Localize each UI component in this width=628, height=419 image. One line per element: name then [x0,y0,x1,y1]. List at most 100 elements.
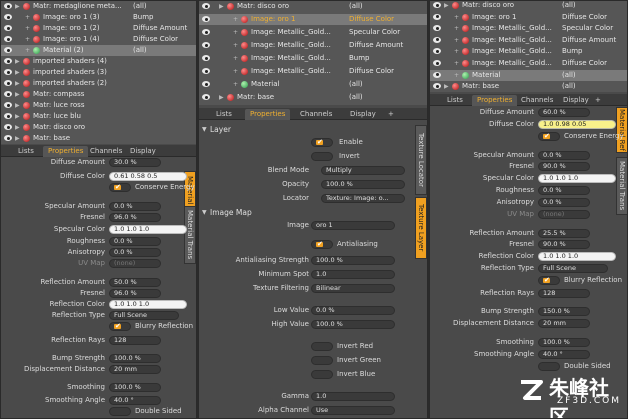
reflection-rays-row[interactable]: Reflection Rays 128 [1,335,184,346]
antialiasing-row[interactable]: ✔ Antialiasing [199,239,413,250]
tree-row[interactable]: + Image: Metallic_Gold... Diffuse Amount [199,40,427,51]
visibility-eye-icon[interactable] [202,94,210,100]
smoothing-row[interactable]: Smoothing 100.0 % [430,337,616,348]
specular-amount-field[interactable]: 0.0 % [109,202,161,211]
tree-row[interactable]: ▶ Matr: medaglione meta... (all) [1,1,196,12]
diffuse-amount-row[interactable]: Diffuse Amount 60.0 % [430,107,616,118]
displacement-distance-field[interactable]: 20 mm [538,319,590,328]
expand-triangle-icon[interactable]: ▶ [15,67,20,78]
alpha-channel-field[interactable]: Use [311,406,395,415]
invert-blue-checkbox[interactable] [311,370,333,379]
visibility-eye-icon[interactable] [202,29,210,35]
tab-channels[interactable]: Channels [85,146,127,157]
anisotropy-field[interactable]: 0.0 % [538,198,590,207]
conserve-energy-row[interactable]: ✔ Conserve Energy [1,182,195,193]
tree-row[interactable]: + Image: Metallic_Gold... Diffuse Color [430,58,627,69]
reflection-type-field[interactable]: Full Scene [109,311,179,320]
tree-row[interactable]: + Image: Metallic_Gold... Specular Color [430,23,627,34]
visibility-eye-icon[interactable] [433,36,441,43]
expand-plus-icon[interactable]: + [25,12,30,23]
bump-strength-row[interactable]: Bump Strength 150.0 % [430,306,616,317]
vtab-texture-locator[interactable]: Texture Locator [415,125,427,195]
displacement-distance-row[interactable]: Displacement Distance 20 mm [430,318,616,329]
antialiasing-strength-row[interactable]: Antialiasing Strength 100.0 % [199,255,413,266]
specular-amount-field[interactable]: 0.0 % [538,151,590,160]
tree-row[interactable]: ▶ Matr: disco oro [1,122,196,133]
tab-display[interactable]: Display [125,146,161,157]
expand-plus-icon[interactable]: + [454,70,459,81]
expand-triangle-icon[interactable]: ▶ [15,56,20,67]
visibility-eye-icon[interactable] [202,3,210,9]
tree-row[interactable]: + Image: Metallic_Gold... Bump [430,46,627,57]
expand-plus-icon[interactable]: + [454,58,459,69]
enable-row[interactable]: ✔ Enable [199,137,413,148]
smoothing-field[interactable]: 100.0 % [109,383,161,392]
double-sided-checkbox[interactable] [109,407,131,416]
reflection-type-row[interactable]: Reflection Type Full Scene [1,310,184,321]
bump-strength-field[interactable]: 100.0 % [109,354,161,363]
reflection-amount-field[interactable]: 25.5 % [538,229,590,238]
visibility-eye-icon[interactable] [4,80,12,86]
tree-row[interactable]: + Image: oro 1 (4) Diffuse Color [1,34,196,45]
reflection-rays-row[interactable]: Reflection Rays 128 [430,288,616,299]
tree-row[interactable]: ▶ Matr: base (all) [430,81,627,92]
smoothing-angle-row[interactable]: Smoothing Angle 40.0 ° [430,349,616,360]
image-field[interactable]: oro 1 [311,221,395,230]
fresnel2-row[interactable]: Fresnel 90.0 % [430,239,616,250]
texture-filtering-row[interactable]: Texture Filtering Bilinear [199,283,413,294]
specular-color-field[interactable]: 1.0 1.0 1.0 [109,225,187,234]
anisotropy-row[interactable]: Anisotropy 0.0 % [430,197,616,208]
blurry-reflection-checkbox[interactable]: ✔ [538,276,560,285]
enable-checkbox[interactable]: ✔ [311,138,333,147]
smoothing-field[interactable]: 100.0 % [538,338,590,347]
anisotropy-field[interactable]: 0.0 % [109,248,161,257]
visibility-eye-icon[interactable] [4,69,12,75]
reflection-amount-row[interactable]: Reflection Amount 25.5 % [430,228,616,239]
expand-triangle-icon[interactable]: ▶ [15,1,20,12]
high-value-field[interactable]: 100.0 % [311,320,395,329]
visibility-eye-icon[interactable] [433,83,441,90]
expand-plus-icon[interactable]: + [454,12,459,23]
conserve-energy-row[interactable]: ✔ Conserve Energy [430,131,624,142]
fresnel2-field[interactable]: 96.0 % [109,289,161,298]
expand-plus-icon[interactable]: + [454,35,459,46]
smoothing-angle-field[interactable]: 40.0 ° [109,396,161,405]
tree-row[interactable]: ▶ imported shaders (4) [1,56,196,67]
antialiasing-checkbox[interactable]: ✔ [311,240,333,249]
image-row[interactable]: Image oro 1 [199,220,413,231]
visibility-eye-icon[interactable] [4,124,12,130]
visibility-eye-icon[interactable] [433,2,441,8]
visibility-eye-icon[interactable] [202,68,210,74]
tab-display[interactable]: Display [558,95,594,106]
locator-field[interactable]: Texture: Image: o... [321,194,405,203]
roughness-field[interactable]: 0.0 % [538,186,590,195]
conserve-energy-checkbox[interactable]: ✔ [109,183,131,192]
smoothing-row[interactable]: Smoothing 100.0 % [1,382,184,393]
uv-map-row[interactable]: UV Map (none) [1,258,184,269]
uv-map-row[interactable]: UV Map (none) [430,209,616,220]
expand-triangle-icon[interactable]: ▶ [219,92,224,103]
collapse-arrow-icon[interactable]: ▼ [202,209,207,216]
expand-plus-icon[interactable]: + [233,66,238,77]
tab-lists[interactable]: Lists [211,109,237,120]
low-value-field[interactable]: 0.0 % [311,306,395,315]
fresnel-field[interactable]: 90.0 % [538,162,590,171]
reflection-rays-field[interactable]: 128 [538,289,590,298]
texture-filtering-field[interactable]: Bilinear [311,284,395,293]
specular-amount-row[interactable]: Specular Amount 0.0 % [1,201,184,212]
tree-row[interactable]: + Image: Metallic_Gold... Diffuse Amount [430,35,627,46]
visibility-eye-icon[interactable] [4,113,12,119]
expand-plus-icon[interactable]: + [233,14,238,25]
double-sided-row[interactable]: Double Sided [430,361,616,372]
invert-green-row[interactable]: Invert Green [199,355,413,366]
expand-plus-icon[interactable]: + [25,34,30,45]
blend-mode-field[interactable]: Multiply [321,166,405,175]
visibility-eye-icon[interactable] [4,47,12,53]
expand-plus-icon[interactable]: + [233,27,238,38]
specular-color-field[interactable]: 1.0 1.0 1.0 [538,174,616,183]
gamma-row[interactable]: Gamma 1.0 [199,391,413,402]
fresnel-row[interactable]: Fresnel 90.0 % [430,161,616,172]
visibility-eye-icon[interactable] [433,71,441,78]
specular-amount-row[interactable]: Specular Amount 0.0 % [430,150,616,161]
locator-row[interactable]: Locator Texture: Image: o... [199,193,413,204]
